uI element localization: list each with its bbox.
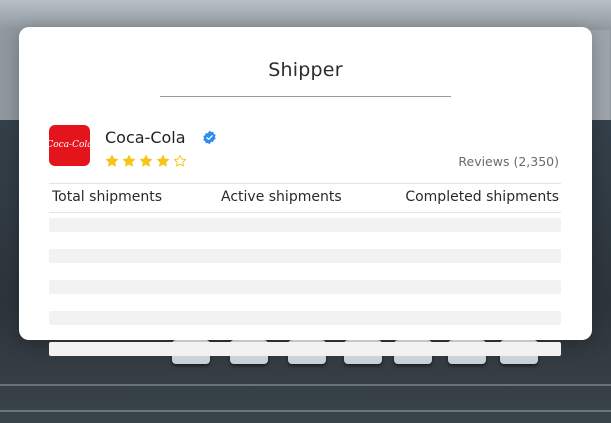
skeleton-row: [49, 342, 561, 356]
rating-stars: [105, 154, 187, 168]
skeleton-row: [49, 280, 561, 294]
column-header-active: Active shipments: [221, 189, 342, 205]
star-filled-icon: [105, 154, 119, 167]
table-header-divider: [49, 212, 561, 213]
star-empty-icon: [173, 154, 187, 167]
company-name[interactable]: Coca-Cola: [105, 128, 186, 147]
lot-lane-line: [0, 410, 611, 412]
title-divider: [160, 96, 451, 97]
logo-wordmark: Coca-Cola: [49, 140, 90, 150]
verified-badge-icon: [203, 130, 216, 145]
column-header-completed: Completed shipments: [405, 189, 559, 205]
star-filled-icon: [122, 154, 136, 167]
skeleton-row: [49, 311, 561, 325]
lot-lane-line: [0, 384, 611, 386]
shipper-card: Shipper Coca-Cola Coca-Cola Reviews (2,3…: [19, 27, 592, 356]
company-logo[interactable]: Coca-Cola: [49, 125, 90, 166]
skeleton-row: [49, 249, 561, 263]
card-title: Shipper: [268, 59, 343, 81]
reviews-link[interactable]: Reviews (2,350): [458, 154, 559, 169]
roof-edge: [0, 0, 611, 30]
star-filled-icon: [139, 154, 153, 167]
table-top-divider: [49, 183, 561, 184]
skeleton-row: [49, 218, 561, 232]
column-header-total: Total shipments: [52, 189, 162, 205]
star-filled-icon: [156, 154, 170, 167]
